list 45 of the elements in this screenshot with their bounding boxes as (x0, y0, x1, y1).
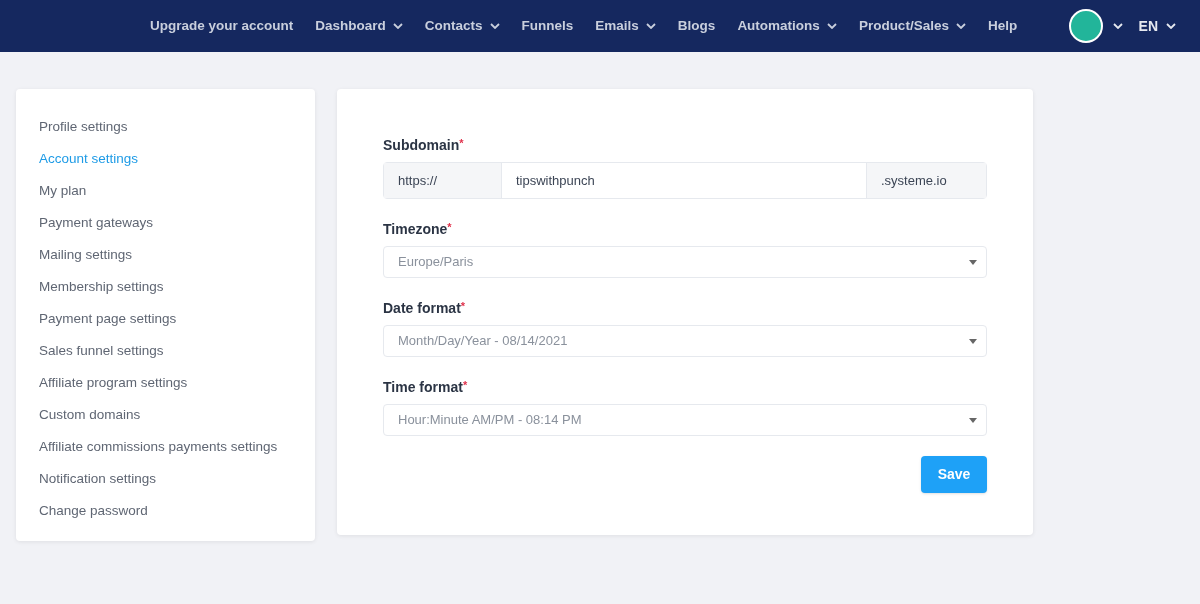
nav-link[interactable]: Blogs (677, 15, 716, 37)
chevron-down-icon (826, 23, 837, 29)
nav-link[interactable]: Upgrade your account (150, 15, 294, 37)
sidebar-link[interactable]: Affiliate program settings (39, 367, 292, 399)
sidebar-link[interactable]: Custom domains (39, 399, 292, 431)
sidebar-link[interactable]: My plan (39, 175, 292, 207)
field-label: Date format (383, 300, 461, 316)
dropdown-arrow-icon (969, 338, 977, 344)
sidebar-link[interactable]: Payment page settings (39, 303, 292, 335)
select-field[interactable]: Month/Day/Year - 08/14/2021 (383, 325, 987, 357)
required-mark: * (459, 137, 464, 149)
field-label: Subdomain (383, 137, 460, 153)
nav-link[interactable]: Emails (595, 15, 656, 37)
sidebar-link[interactable]: Mailing settings (39, 239, 292, 271)
chevron-down-icon (1112, 23, 1123, 29)
chevron-down-icon (955, 23, 966, 29)
chevron-down-icon (392, 23, 403, 29)
sidebar-link[interactable]: Change password (39, 495, 292, 527)
required-mark: * (447, 221, 452, 233)
nav-link[interactable]: Funnels (521, 15, 574, 37)
sidebar-link[interactable]: Sales funnel settings (39, 335, 292, 367)
language-selector[interactable]: EN (1138, 15, 1176, 37)
chevron-down-icon (489, 23, 500, 29)
nav-link[interactable]: Contacts (424, 15, 500, 37)
nav-link[interactable]: Help (987, 15, 1018, 37)
sidebar-link[interactable]: Notification settings (39, 463, 292, 495)
sidebar-link[interactable]: Payment gateways (39, 207, 292, 239)
chevron-down-icon (645, 23, 656, 29)
dropdown-arrow-icon (969, 259, 977, 265)
field-label: Time format (383, 379, 463, 395)
sidebar-link[interactable]: Account settings (39, 143, 292, 175)
sidebar-link[interactable]: Affiliate commissions payments settings (39, 431, 292, 463)
dropdown-arrow-icon (969, 417, 977, 423)
nav-link[interactable]: Automations (737, 15, 837, 37)
sidebar-link[interactable]: Profile settings (39, 111, 292, 143)
nav-link[interactable]: Product/Sales (858, 15, 966, 37)
sidebar-link[interactable]: Membership settings (39, 271, 292, 303)
required-mark: * (462, 379, 468, 391)
required-mark: * (460, 300, 466, 312)
chevron-down-icon (1166, 23, 1176, 29)
select-field[interactable]: Europe/Paris (383, 246, 987, 278)
field-label: Timezone (383, 221, 448, 237)
avatar[interactable] (1068, 9, 1103, 43)
nav-link[interactable]: Dashboard (315, 15, 403, 37)
select-field[interactable]: Hour:Minute AM/PM - 08:14 PM (383, 404, 987, 436)
